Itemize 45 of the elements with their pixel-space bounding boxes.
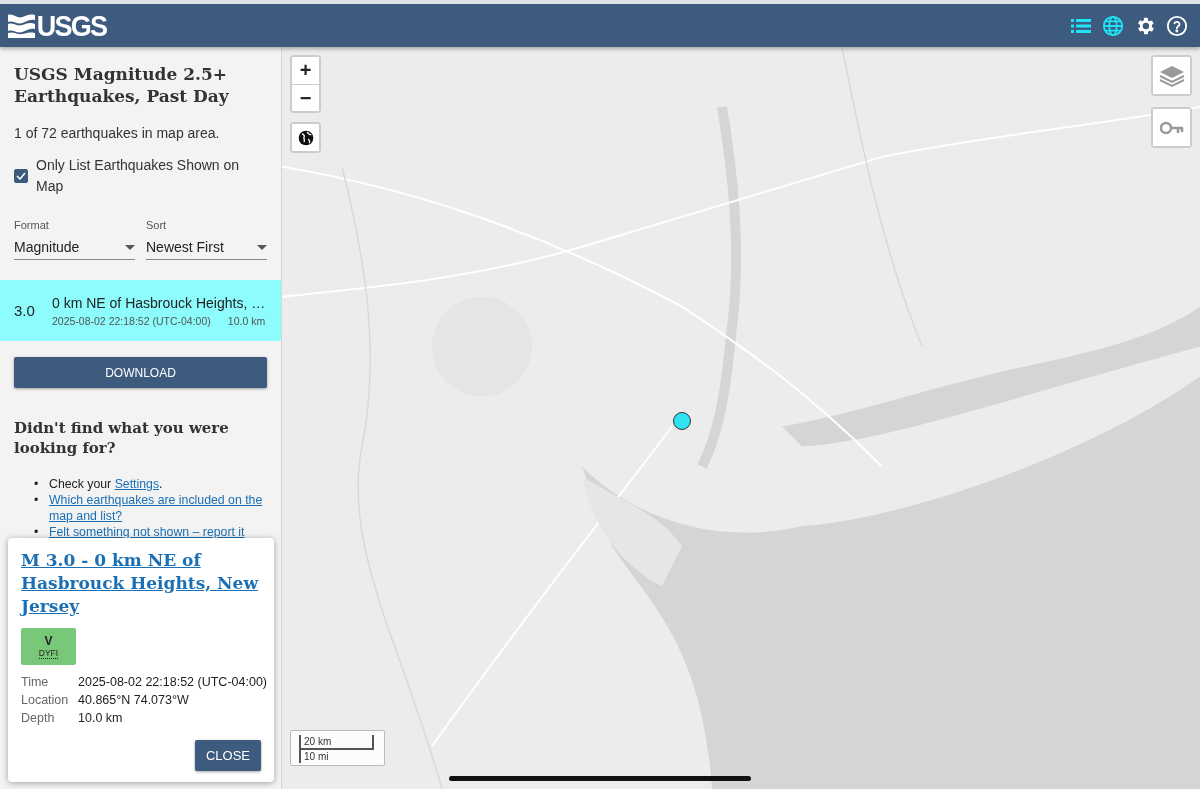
select-field[interactable]: Newest First [146,235,267,260]
earthquake-count: 1 of 72 earthquakes in map area. [14,125,221,141]
earthquake-time: 2025-08-02 22:18:52 (UTC-04:00) [52,314,211,327]
caret-icon [125,244,135,250]
zoom-out-button[interactable]: − [292,84,319,111]
list-icon [1071,17,1091,34]
detail-label: Depth [21,711,56,725]
bullet: • [34,524,40,540]
detail-label: Time [21,675,50,689]
checkbox[interactable] [14,169,28,183]
globe-button[interactable] [290,122,321,153]
detail-value: 10.0 km [78,711,124,725]
detail-label: Location [21,693,70,707]
earthquake-title-link[interactable]: M 3.0 - 0 km NE of Hasbrouck Heights, New Jersey [21,549,261,618]
globe-icon [1102,14,1124,37]
detail-value: 40.865°N 74.073°W [78,693,190,707]
help-heading: Didn't find what you were looking for? [14,418,230,458]
select-label: Format [14,219,50,231]
magnitude: 3.0 [14,302,36,319]
select-label: Sort [146,219,168,231]
bullet: • [34,476,40,492]
help-link[interactable]: Felt something not shown – report it [49,524,245,540]
layers-icon [1158,63,1185,88]
dyfi-badge[interactable]: V DYFI [21,628,76,665]
help-link[interactable]: Which earthquakes are included on the map and list? [49,492,267,524]
earthquake-depth: 10.0 km [227,314,266,327]
help-icon [1166,14,1188,37]
page-title: USGS Magnitude 2.5+ Earthquakes, Past Day [14,63,230,107]
scale-bar: 20 km 10 mi [290,730,385,766]
download-button[interactable]: DOWNLOAD [14,357,267,388]
select-field[interactable]: Magnitude [14,235,135,260]
globe-icon [297,129,314,146]
earthquake-place: 0 km NE of Hasbrouck Heights, … [52,294,266,311]
key-icon [1159,120,1184,135]
detail-value: 2025-08-02 22:18:52 (UTC-04:00) [78,675,267,689]
close-button[interactable]: CLOSE [195,740,261,771]
caret-icon [257,244,267,250]
help-item: Check your Settings. [49,476,163,492]
bullet: • [34,492,40,508]
earthquake-item[interactable]: 3.0 0 km NE of Hasbrouck Heights, … 2025-08-02 22:18:52 (UTC-04:00) 10.0 km [0,280,281,341]
layers-button[interactable] [1151,55,1192,96]
checkbox-label: Only List Earthquakes Shown on Map [36,156,241,196]
logo-text: USGS [36,8,107,43]
logo-icon [8,12,35,39]
legend-button[interactable] [1151,107,1192,148]
